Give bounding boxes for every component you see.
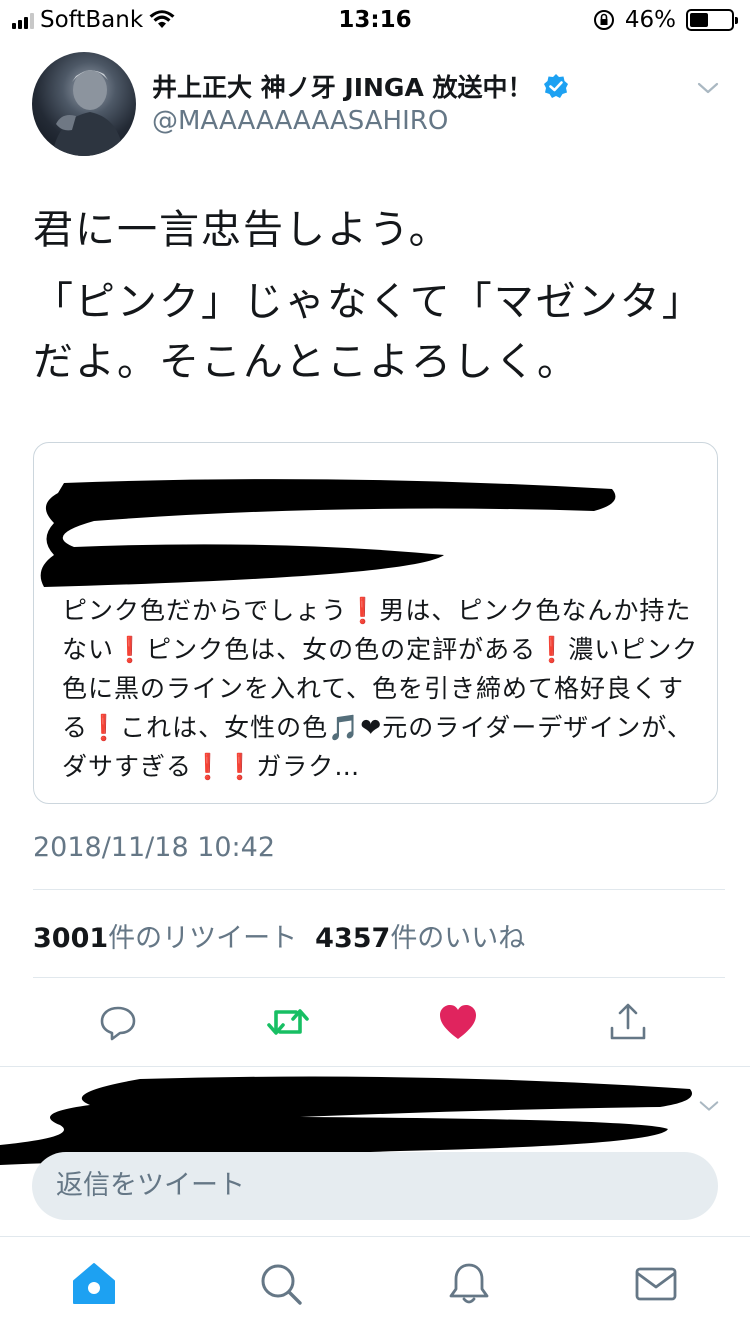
search-icon: [261, 1264, 302, 1305]
battery-group: 46%: [593, 7, 738, 33]
retweet-button[interactable]: [261, 995, 315, 1049]
battery-icon: [686, 9, 738, 31]
verified-badge-icon: [543, 74, 568, 98]
home-icon: [73, 1263, 115, 1304]
tweet-action-bar: [0, 995, 750, 1049]
like-count: 4357: [315, 923, 391, 954]
bell-icon: [449, 1263, 489, 1304]
retweet-count: 3001: [33, 923, 109, 954]
chevron-down-icon[interactable]: [698, 1095, 720, 1117]
tab-messages[interactable]: [631, 1259, 681, 1309]
bottom-tab-bar: [0, 1236, 750, 1334]
share-icon: [610, 1003, 646, 1040]
quoted-tweet-card[interactable]: ピンク色だからでしょう❗男は、ピンク色なんか持たない❗ピンク色は、女の色の定評が…: [33, 442, 718, 804]
quoted-tweet-text: ピンク色だからでしょう❗男は、ピンク色なんか持たない❗ピンク色は、女の色の定評が…: [62, 596, 699, 781]
tweet-text-line-2: 「ピンク」じゃなくて「マゼンタ」だよ。そこんとこよろしく。: [33, 279, 704, 385]
battery-level: [690, 13, 709, 27]
divider: [33, 889, 725, 890]
reply-input[interactable]: 返信をツイート: [32, 1152, 718, 1220]
reply-button[interactable]: [91, 995, 145, 1049]
retweet-stat[interactable]: 3001件のリツイート: [33, 916, 297, 955]
status-bar: SoftBank 13:16 46%: [0, 0, 750, 40]
display-name-text: 井上正大 神ノ牙 JINGA 放送中！: [152, 73, 533, 102]
divider: [33, 977, 725, 978]
mail-icon: [635, 1267, 677, 1301]
engagement-stats: 3001件のリツイート 4357件のいいね: [33, 916, 525, 955]
redaction-scribble: [40, 479, 616, 587]
retweet-icon: [267, 1009, 309, 1035]
avatar-photo: [52, 70, 124, 156]
tab-home[interactable]: [69, 1259, 119, 1309]
tweet-text: 君に一言忠告しよう。 「ピンク」じゃなくて「マゼンタ」だよ。そこんとこよろしく。: [33, 200, 713, 392]
like-button[interactable]: [431, 995, 485, 1049]
tab-notifications[interactable]: [444, 1259, 494, 1309]
reply-icon: [100, 1006, 136, 1041]
orientation-lock-icon: [593, 10, 614, 30]
heart-icon: [440, 1005, 476, 1039]
battery-percent: 46%: [624, 7, 676, 33]
share-button[interactable]: [601, 995, 655, 1049]
like-stat[interactable]: 4357件のいいね: [315, 916, 525, 955]
display-name[interactable]: 井上正大 神ノ牙 JINGA 放送中！: [152, 68, 569, 104]
like-label: 件のいいね: [390, 923, 526, 954]
retweet-label: 件のリツイート: [108, 923, 298, 954]
user-handle[interactable]: @MAAAAAAAASAHIRO: [152, 106, 448, 136]
avatar[interactable]: [32, 52, 136, 156]
tweet-text-line-1: 君に一言忠告しよう。: [33, 207, 451, 253]
tweet-timestamp: 2018/11/18 10:42: [33, 832, 276, 863]
reply-preview-row[interactable]: [0, 1066, 750, 1165]
chevron-down-icon[interactable]: [696, 76, 720, 100]
tab-search[interactable]: [256, 1259, 306, 1309]
